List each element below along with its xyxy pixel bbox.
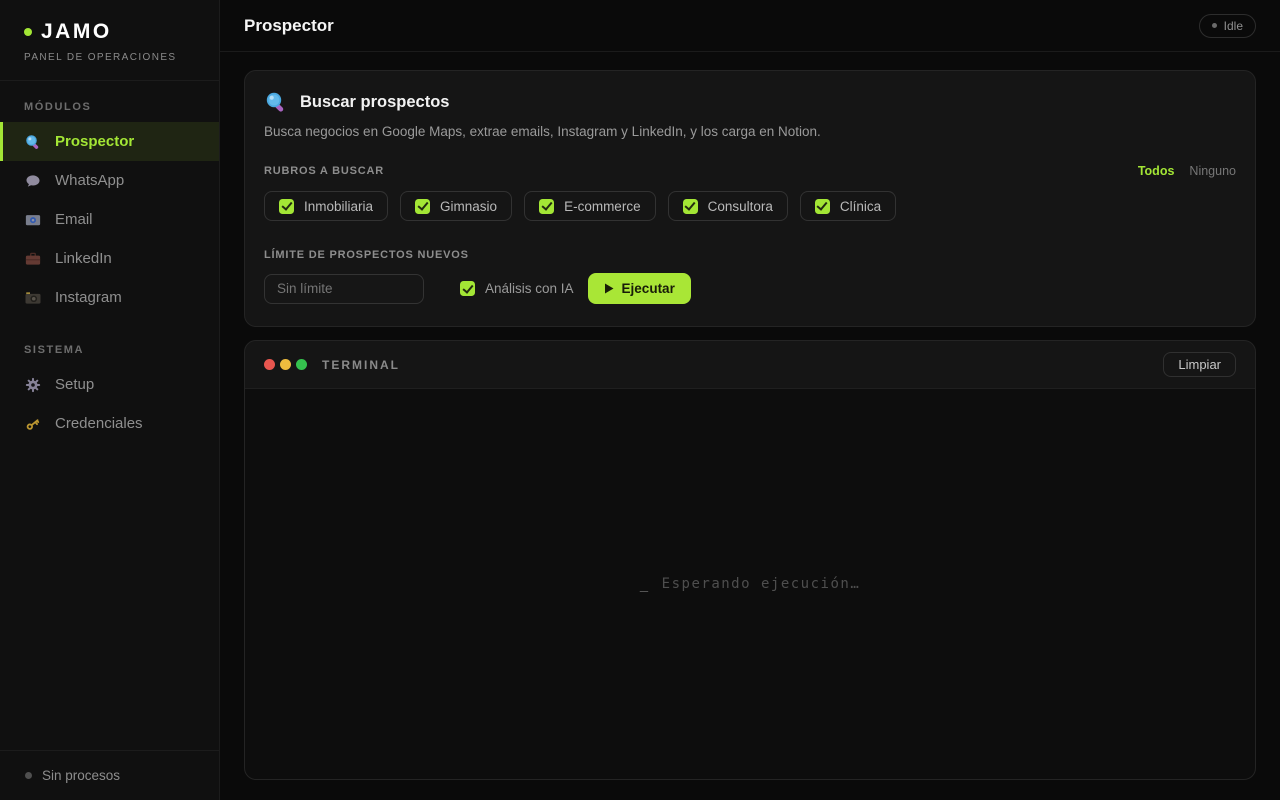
app-logo: JAMO bbox=[41, 20, 112, 44]
sidebar-item-label: Credenciales bbox=[55, 415, 143, 432]
select-all-link[interactable]: Todos bbox=[1138, 164, 1175, 178]
card-title: Buscar prospectos bbox=[300, 93, 449, 112]
sidebar-item-email[interactable]: Email bbox=[0, 200, 219, 239]
limit-input[interactable] bbox=[264, 274, 424, 304]
status-badge: Idle bbox=[1199, 14, 1256, 38]
speech-bubble-icon bbox=[24, 172, 42, 190]
checkbox-icon[interactable] bbox=[415, 199, 430, 214]
email-icon bbox=[24, 211, 42, 229]
key-icon bbox=[24, 415, 42, 433]
status-badge-label: Idle bbox=[1224, 19, 1243, 33]
traffic-lights bbox=[264, 359, 307, 370]
red-dot-icon bbox=[264, 359, 275, 370]
status-dot-icon bbox=[1212, 23, 1217, 28]
checkbox-icon[interactable] bbox=[683, 199, 698, 214]
sidebar-item-whatsapp[interactable]: WhatsApp bbox=[0, 161, 219, 200]
terminal-card: TERMINAL Limpiar _ Esperando ejecución… bbox=[244, 340, 1256, 780]
rubro-chip-label: E-commerce bbox=[564, 199, 641, 214]
sidebar-item-setup[interactable]: Setup bbox=[0, 365, 219, 404]
sidebar-section-system: SISTEMA bbox=[24, 344, 195, 356]
terminal-empty-message: Esperando ejecución… bbox=[662, 576, 861, 592]
terminal-header: TERMINAL Limpiar bbox=[245, 341, 1255, 389]
magnifier-icon bbox=[24, 133, 42, 151]
sidebar: JAMO PANEL DE OPERACIONES MÓDULOS Prospe… bbox=[0, 0, 220, 800]
page-title: Prospector bbox=[244, 16, 334, 36]
rubro-chip-ecommerce[interactable]: E-commerce bbox=[524, 191, 656, 221]
clear-terminal-button[interactable]: Limpiar bbox=[1163, 352, 1236, 377]
prospect-search-card: Buscar prospectos Busca negocios en Goog… bbox=[244, 70, 1256, 327]
terminal-output: _ Esperando ejecución… bbox=[245, 389, 1255, 779]
card-description: Busca negocios en Google Maps, extrae em… bbox=[264, 124, 1236, 139]
rubro-chip-label: Gimnasio bbox=[440, 199, 497, 214]
green-dot-icon bbox=[296, 359, 307, 370]
sidebar-item-label: WhatsApp bbox=[55, 172, 124, 189]
play-icon bbox=[604, 283, 614, 294]
briefcase-icon bbox=[24, 250, 42, 268]
select-none-link[interactable]: Ninguno bbox=[1189, 164, 1236, 178]
ai-analysis-toggle[interactable]: Análisis con IA bbox=[460, 281, 574, 296]
checkbox-icon[interactable] bbox=[815, 199, 830, 214]
main-area: Prospector Idle Buscar prospectos Busca bbox=[220, 0, 1280, 800]
rubro-chip-inmobiliaria[interactable]: Inmobiliaria bbox=[264, 191, 388, 221]
checkbox-icon[interactable] bbox=[460, 281, 475, 296]
rubros-chip-list: Inmobiliaria Gimnasio E-commerce Consult… bbox=[264, 191, 1236, 221]
rubro-chip-clinica[interactable]: Clínica bbox=[800, 191, 896, 221]
sidebar-item-credenciales[interactable]: Credenciales bbox=[0, 404, 219, 443]
sidebar-system-menu: Setup Credenciales bbox=[0, 365, 219, 443]
rubro-chip-gimnasio[interactable]: Gimnasio bbox=[400, 191, 512, 221]
logo-dot-icon bbox=[24, 28, 32, 36]
process-status-dot-icon bbox=[25, 772, 32, 779]
magnifier-icon bbox=[264, 90, 288, 114]
sidebar-modules-menu: Prospector WhatsApp Email bbox=[0, 122, 219, 317]
camera-icon bbox=[24, 289, 42, 307]
sidebar-item-prospector[interactable]: Prospector bbox=[0, 122, 219, 161]
run-button-label: Ejecutar bbox=[622, 281, 675, 296]
sidebar-item-label: Email bbox=[55, 211, 93, 228]
rubro-chip-label: Inmobiliaria bbox=[304, 199, 373, 214]
content: Buscar prospectos Busca negocios en Goog… bbox=[220, 52, 1280, 800]
ai-analysis-label: Análisis con IA bbox=[485, 281, 574, 296]
gear-icon bbox=[24, 376, 42, 394]
main-header: Prospector Idle bbox=[220, 0, 1280, 52]
terminal-cursor: _ bbox=[640, 576, 650, 592]
rubro-chip-consultora[interactable]: Consultora bbox=[668, 191, 788, 221]
sidebar-item-label: Instagram bbox=[55, 289, 122, 306]
process-status-label: Sin procesos bbox=[42, 768, 120, 783]
run-button[interactable]: Ejecutar bbox=[588, 273, 691, 304]
app-subtitle: PANEL DE OPERACIONES bbox=[24, 52, 195, 63]
sidebar-item-instagram[interactable]: Instagram bbox=[0, 278, 219, 317]
sidebar-item-linkedin[interactable]: LinkedIn bbox=[0, 239, 219, 278]
sidebar-item-label: LinkedIn bbox=[55, 250, 112, 267]
rubros-label: RUBROS A BUSCAR bbox=[264, 165, 384, 177]
sidebar-item-label: Prospector bbox=[55, 133, 134, 150]
checkbox-icon[interactable] bbox=[539, 199, 554, 214]
rubro-chip-label: Consultora bbox=[708, 199, 773, 214]
yellow-dot-icon bbox=[280, 359, 291, 370]
sidebar-section-modules: MÓDULOS bbox=[24, 101, 195, 113]
logo-block: JAMO PANEL DE OPERACIONES bbox=[0, 0, 219, 81]
sidebar-item-label: Setup bbox=[55, 376, 94, 393]
terminal-title: TERMINAL bbox=[322, 358, 400, 372]
rubro-chip-label: Clínica bbox=[840, 199, 881, 214]
limit-label: LÍMITE DE PROSPECTOS NUEVOS bbox=[264, 249, 1236, 261]
sidebar-status: Sin procesos bbox=[0, 750, 219, 800]
checkbox-icon[interactable] bbox=[279, 199, 294, 214]
